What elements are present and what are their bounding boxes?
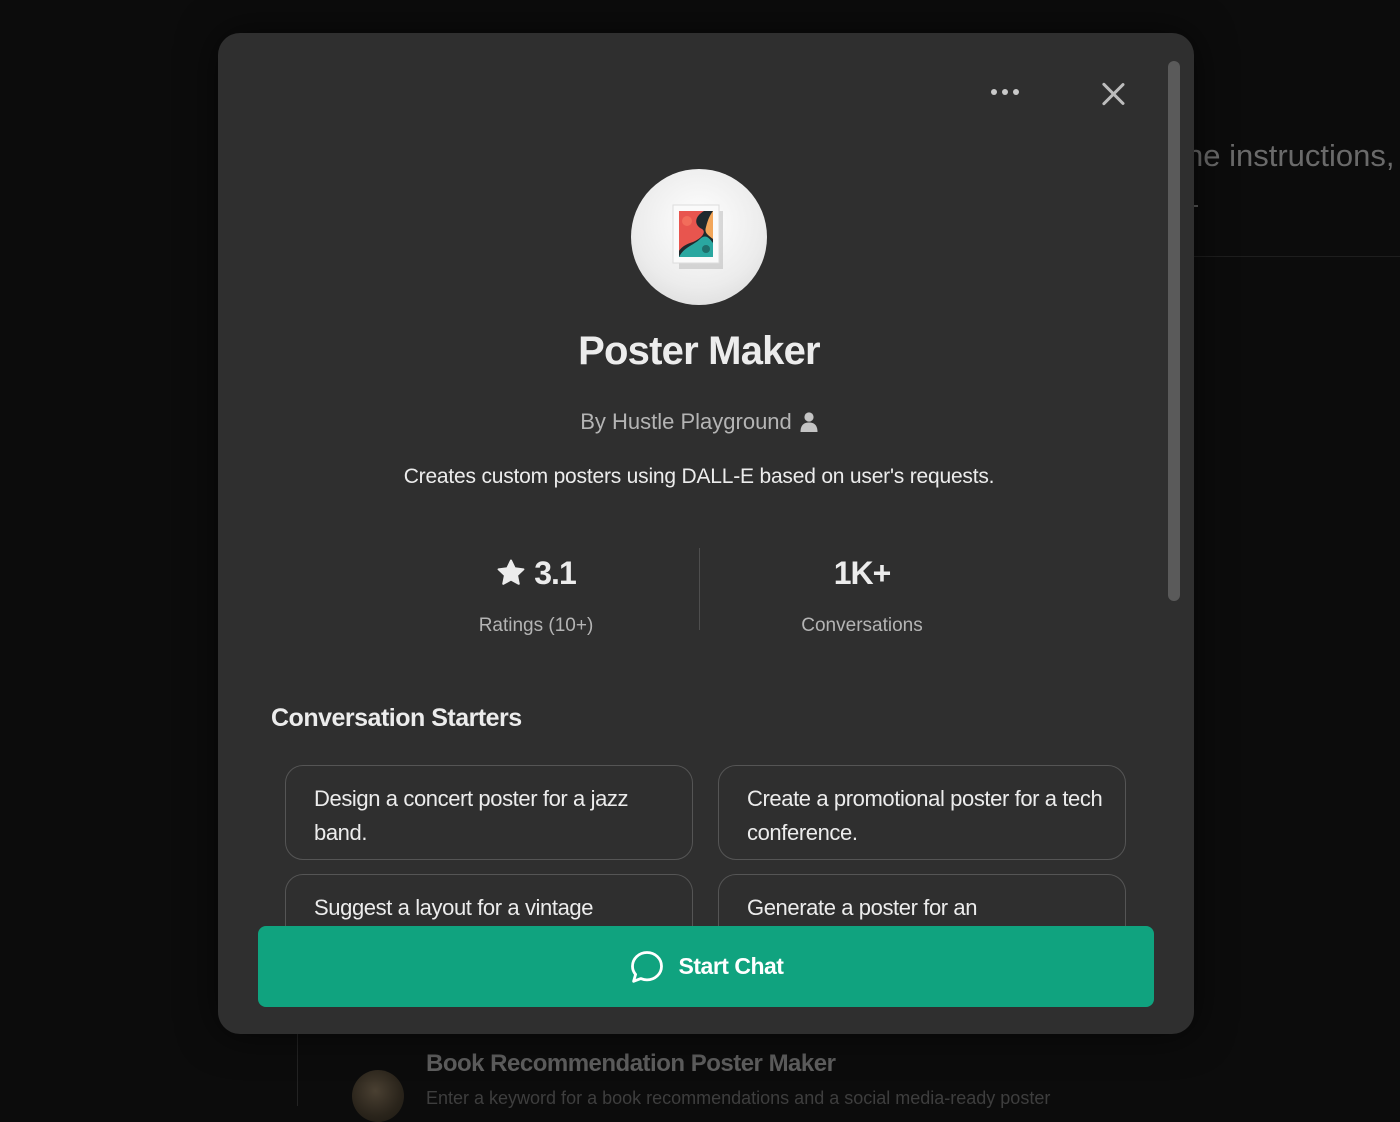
rating-stat: 3.1 Ratings (10+) <box>376 551 696 637</box>
gpt-title: Poster Maker <box>218 329 1180 374</box>
conversation-starters-heading: Conversation Starters <box>271 704 522 733</box>
background-item-title: Book Recommendation Poster Maker <box>426 1050 835 1078</box>
more-horizontal-icon <box>991 89 997 95</box>
conversations-value: 1K+ <box>702 551 1022 595</box>
rating-label: Ratings (10+) <box>376 615 696 637</box>
poster-avatar-icon <box>664 199 734 275</box>
gpt-avatar <box>631 169 767 305</box>
user-icon <box>800 412 818 432</box>
more-horizontal-icon-dot <box>1013 89 1019 95</box>
background-divider <box>1192 256 1400 257</box>
rating-value-row: 3.1 <box>376 551 696 595</box>
rating-value: 3.1 <box>534 555 575 592</box>
background-item-thumbnail <box>352 1070 404 1122</box>
conversation-starter-2[interactable]: Create a promotional poster for a tech c… <box>718 765 1126 860</box>
chat-bubble-icon <box>629 949 665 985</box>
conversation-starter-1[interactable]: Design a concert poster for a jazz band. <box>285 765 693 860</box>
stats-divider <box>699 548 700 630</box>
more-horizontal-icon-dot <box>1002 89 1008 95</box>
more-options-button[interactable] <box>983 77 1027 107</box>
background-text-snippet: he instructions, <box>1186 138 1395 174</box>
gpt-details-modal: Poster Maker By Hustle Playground Create… <box>218 33 1194 1034</box>
close-button[interactable] <box>1096 77 1130 111</box>
gpt-description: Creates custom posters using DALL-E base… <box>218 465 1180 489</box>
author-name: By Hustle Playground <box>580 409 792 435</box>
background-vertical-divider <box>297 1034 298 1106</box>
start-chat-label: Start Chat <box>679 953 784 980</box>
conversations-stat: 1K+ Conversations <box>702 551 1022 637</box>
gpt-author: By Hustle Playground <box>218 409 1180 435</box>
conversations-label: Conversations <box>702 615 1022 637</box>
start-chat-button[interactable]: Start Chat <box>258 926 1154 1007</box>
star-icon <box>496 559 526 587</box>
